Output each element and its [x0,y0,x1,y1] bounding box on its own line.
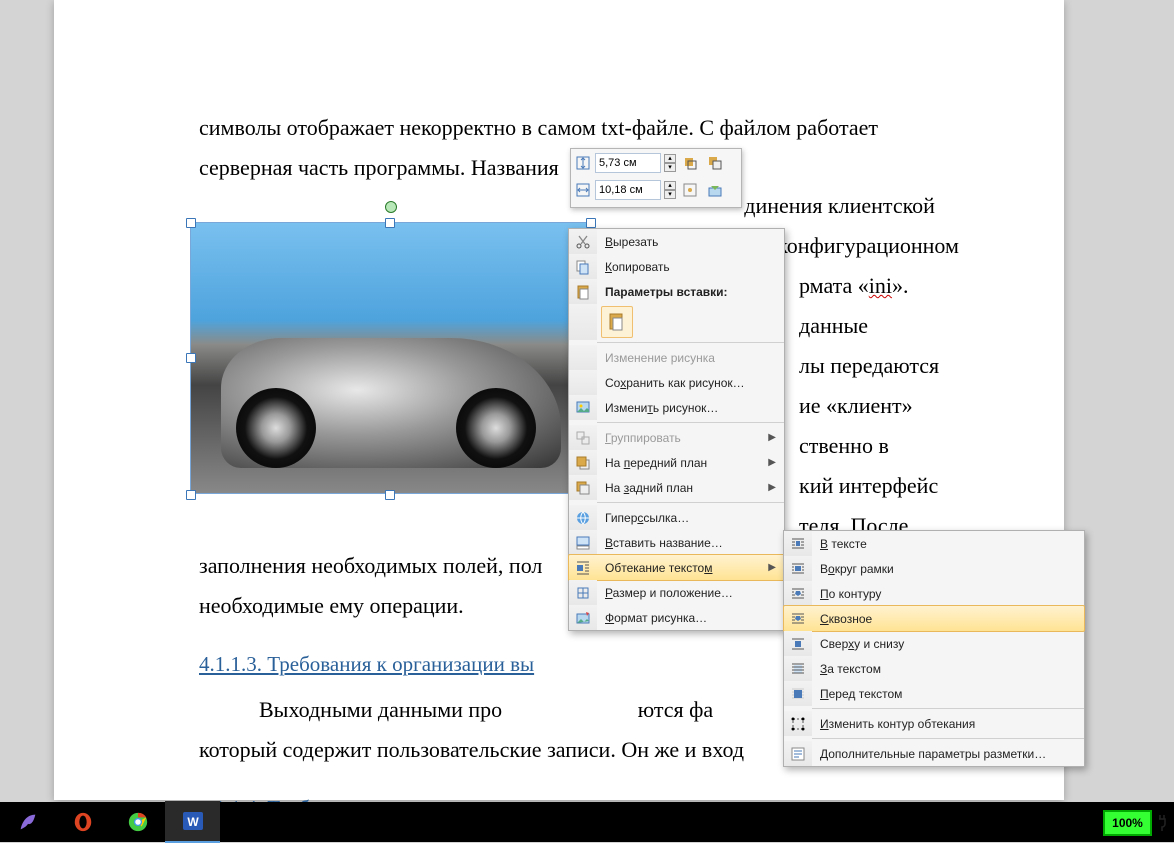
width-spinner[interactable]: ▴▾ [664,181,676,199]
svg-text:W: W [187,815,199,829]
more-layout-icon [790,746,806,762]
copy-icon [575,259,591,275]
menu-bring-to-front[interactable]: На передний план▶ [569,450,784,475]
wrap-through[interactable]: Сквозное [783,605,1085,632]
menu-hyperlink[interactable]: Гиперссылка… [569,505,784,530]
wrap-front-icon [790,686,806,702]
width-input[interactable] [595,180,661,200]
picture-context-menu: ВВырезатьырезать Копировать Параметры вс… [568,228,785,631]
menu-format-picture[interactable]: Формат рисунка… [569,605,784,630]
wrap-behind-icon [790,661,806,677]
wrap-square[interactable]: Вокруг рамки [784,556,1084,581]
menu-send-to-back[interactable]: На задний план▶ [569,475,784,500]
edit-wrap-points-icon [790,716,806,732]
taskbar-app-chrome[interactable] [110,802,165,842]
body-text: ются фа [638,697,713,722]
body-text: который содержит пользовательские записи… [199,737,744,762]
paste-icon [575,284,591,300]
body-text: данные [799,313,868,338]
wheel-icon [236,388,316,468]
crop-button[interactable] [679,152,701,174]
word-icon: W [181,809,205,833]
body-text: заполнения необходимых полей, пол [199,553,542,578]
wrap-through-icon [790,611,806,627]
body-text: ». [892,273,909,298]
taskbar-app-opera[interactable] [55,802,110,842]
resize-handle[interactable] [385,490,395,500]
wrap-edit-points[interactable]: Изменить контур обтекания [784,711,1084,736]
opera-icon [72,811,94,833]
paste-keep-source-icon[interactable] [601,306,633,338]
inserted-image[interactable] [190,222,591,494]
height-icon [574,154,592,172]
resize-handle[interactable] [186,218,196,228]
plug-icon [1156,813,1168,833]
wrap-more-layout-options[interactable]: Дополнительные параметры разметки… [784,741,1084,766]
resize-handle[interactable] [586,218,596,228]
resize-handle[interactable] [186,490,196,500]
cut-icon [575,234,591,250]
menu-paste-option-keep[interactable] [569,304,784,340]
body-text: Выходными данными про [259,697,502,722]
body-text: конфигурационном [777,233,959,258]
menu-change-picture: Изменение рисунка [569,345,784,370]
resize-handle[interactable] [186,353,196,363]
reset-button[interactable] [704,179,726,201]
wheel-icon [456,388,536,468]
body-text: ственно в [799,433,889,458]
wrap-topbottom-icon [790,636,806,652]
send-back-icon [575,480,591,496]
hyperlink-icon [575,510,591,526]
wrap-tight[interactable]: По контуру [784,581,1084,606]
wrap-text-icon [575,560,591,576]
battery-indicator[interactable]: 100% [1103,810,1168,836]
wrap-behind-text[interactable]: За текстом [784,656,1084,681]
car-illustration [221,338,561,468]
menu-size-and-position[interactable]: Размер и положение… [569,580,784,605]
menu-insert-caption[interactable]: Вставить название… [569,530,784,555]
format-picture-icon [575,610,591,626]
menu-text-wrapping[interactable]: Обтекание текстом▶ [568,554,785,581]
menu-paste-options-label: Параметры вставки: [569,279,784,304]
rotation-handle[interactable] [385,201,397,213]
width-icon [574,181,592,199]
body-text: лы передаются [799,353,939,378]
resize-handle[interactable] [385,218,395,228]
wrap-in-front[interactable]: Перед текстом [784,681,1084,706]
taskbar-app-feather[interactable] [0,802,55,842]
wrap-tight-icon [790,586,806,602]
wrap-square-icon [790,561,806,577]
feather-icon [17,811,39,833]
body-text: символы отображает некорректно в самом t… [199,115,878,180]
group-icon [575,430,591,446]
menu-cut[interactable]: ВВырезатьырезать [569,229,784,254]
body-text: кий интерфейс [799,473,938,498]
caption-icon [575,535,591,551]
menu-save-as-picture[interactable]: Сохранить как рисунок… [569,370,784,395]
text-wrapping-submenu: В тексте Вокруг рамки По контуру Сквозно… [783,530,1085,767]
body-text: ие «клиент» [799,393,913,418]
wrap-inline[interactable]: В тексте [784,531,1084,556]
height-input[interactable] [595,153,661,173]
picture-size-mini-toolbar: ▴▾ ▴▾ [570,148,742,208]
wrap-top-bottom[interactable]: Сверху и снизу [784,631,1084,656]
menu-group: Группировать▶ [569,425,784,450]
size-position-icon [575,585,591,601]
position-button[interactable] [679,179,701,201]
body-text: необходимые ему операции. [199,593,464,618]
edit-picture-icon [575,400,591,416]
menu-edit-picture[interactable]: Изменить рисунок… [569,395,784,420]
taskbar: W 100% [0,802,1174,842]
height-spinner[interactable]: ▴▾ [664,154,676,172]
battery-percent: 100% [1103,810,1152,836]
crop-options-button[interactable] [704,152,726,174]
bring-front-icon [575,455,591,471]
taskbar-app-word[interactable]: W [165,801,220,843]
menu-copy[interactable]: Копировать [569,254,784,279]
wrap-inline-icon [790,536,806,552]
chrome-icon [127,811,149,833]
body-text-wavy: ini [869,273,892,298]
heading-text: 4.1.1.3. Требования к организации вы [199,652,534,676]
body-text: рмата « [799,273,869,298]
